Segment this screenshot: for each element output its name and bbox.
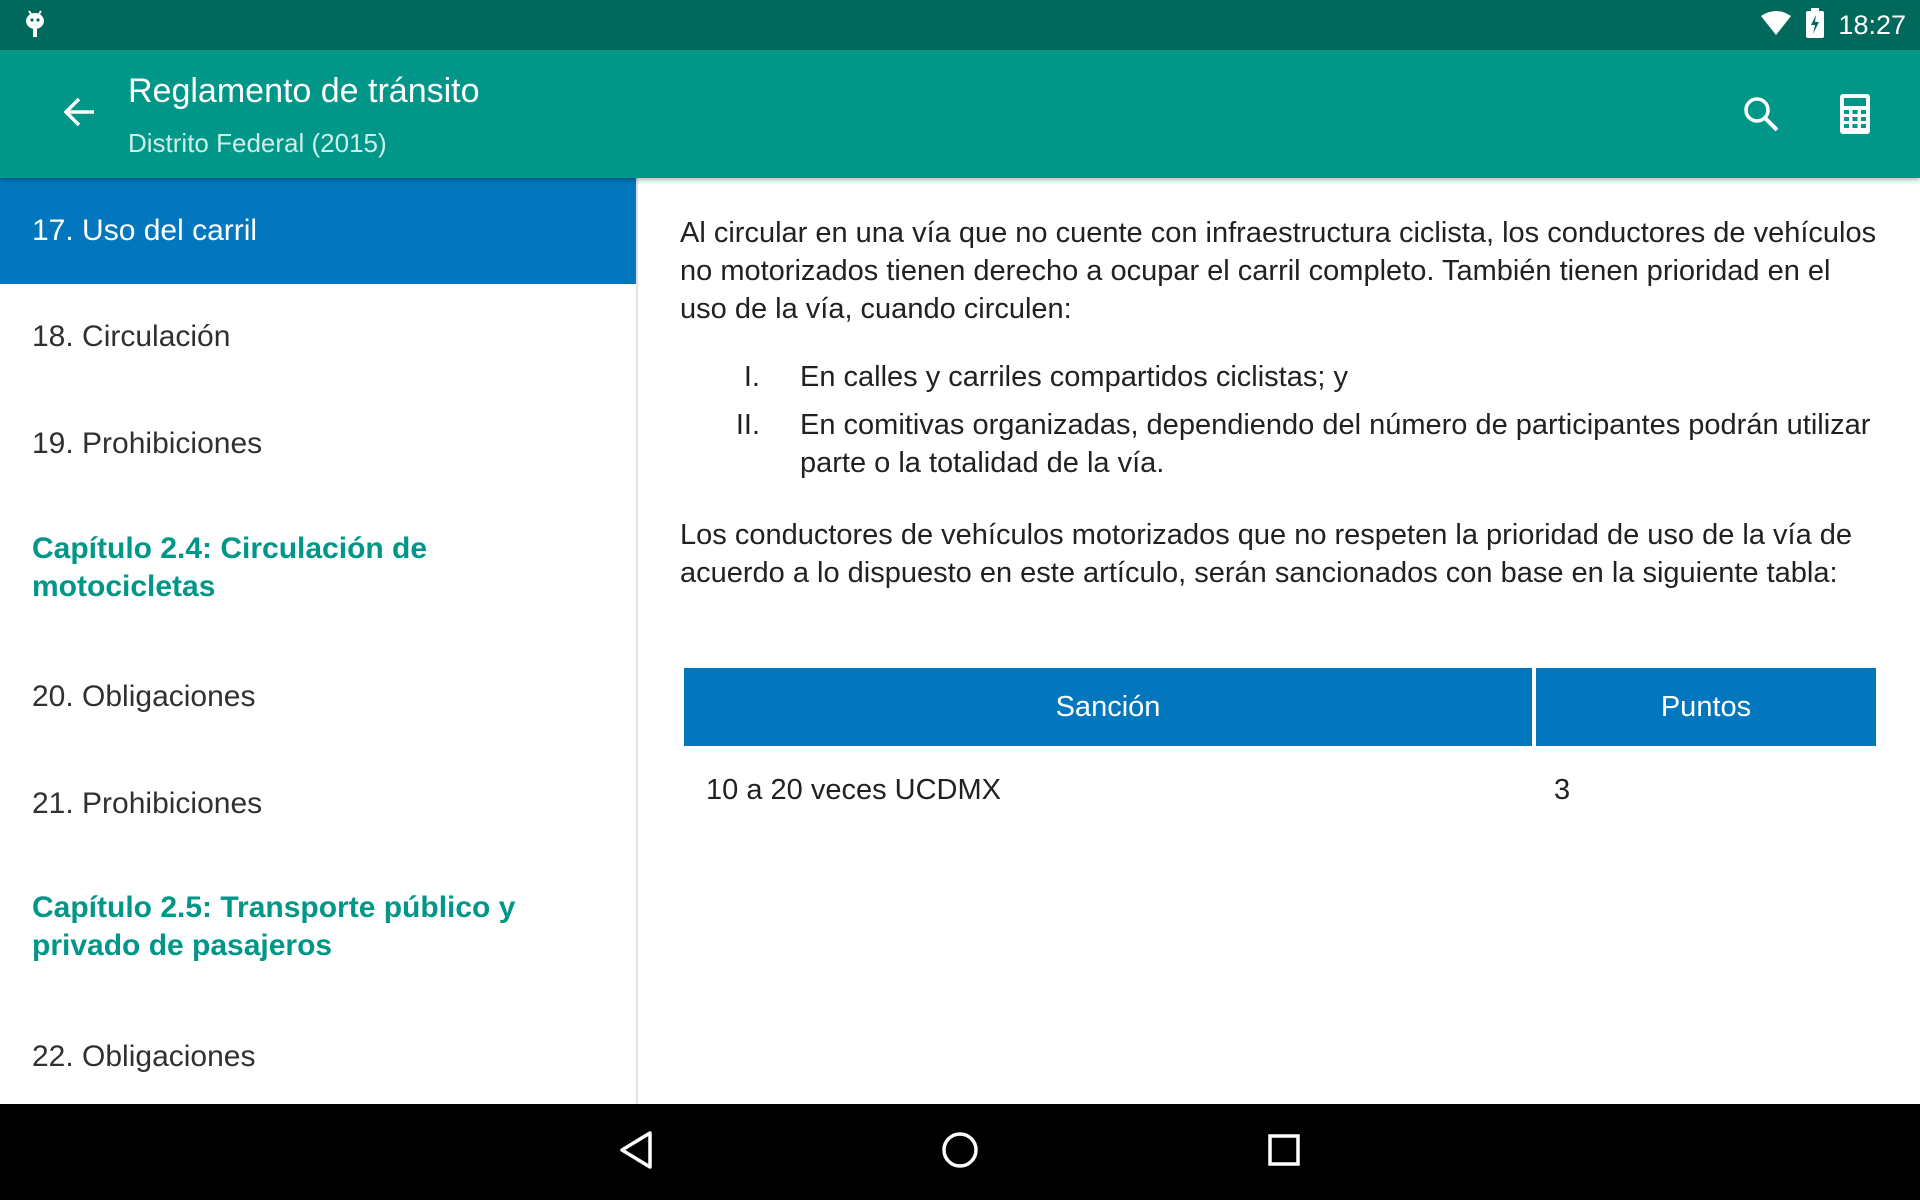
list-number: I. — [743, 361, 760, 393]
calculator-button[interactable] — [1829, 90, 1881, 142]
sidebar-item-21-prohibiciones[interactable]: 21. Prohibiciones — [0, 751, 636, 857]
table-cell-puntos: 3 — [1554, 773, 1571, 806]
table-header-puntos: Puntos — [1536, 668, 1876, 746]
article-intro: Al circular en una vía que no cuente con… — [680, 217, 1877, 325]
sidebar-item-18-circulacion[interactable]: 18. Circulación — [0, 284, 636, 390]
back-triangle-icon — [618, 1130, 654, 1174]
sidebar-item-19-prohibiciones[interactable]: 19. Prohibiciones — [0, 391, 636, 497]
home-circle-icon — [940, 1130, 980, 1174]
status-time: 18:27 — [1838, 9, 1906, 40]
table-header-sancion: Sanción — [684, 668, 1532, 746]
nav-home-button[interactable] — [930, 1122, 990, 1182]
arrow-back-icon — [62, 94, 98, 134]
system-nav-bar — [0, 1104, 1920, 1200]
back-button[interactable] — [56, 90, 104, 138]
sidebar: 17. Uso del carril 18. Circulación 19. P… — [0, 178, 638, 1104]
table-cell-sancion: 10 a 20 veces UCDMX — [706, 773, 1001, 806]
sidebar-item-label: 22. Obligaciones — [32, 1040, 256, 1073]
list-text: En comitivas organizadas, dependiendo de… — [800, 409, 1871, 479]
app-bar: Reglamento de tránsito Distrito Federal … — [0, 50, 1920, 178]
battery-charging-icon — [1806, 8, 1825, 42]
list-text: En calles y carriles compartidos ciclist… — [800, 361, 1348, 393]
sidebar-item-20-obligaciones[interactable]: 20. Obligaciones — [0, 644, 636, 750]
page-subtitle: Distrito Federal (2015) — [128, 128, 387, 158]
sidebar-item-17-uso-del-carril[interactable]: 17. Uso del carril — [0, 178, 636, 284]
sidebar-item-label: 20. Obligaciones — [32, 680, 256, 713]
nav-back-button[interactable] — [606, 1122, 666, 1182]
nav-recents-button[interactable] — [1254, 1122, 1314, 1182]
chapter-heading: Capítulo 2.5: Transporte público y priva… — [32, 891, 516, 962]
search-button[interactable] — [1735, 90, 1787, 142]
list-number: II. — [735, 409, 760, 441]
article-content: Al circular en una vía que no cuente con… — [640, 178, 1920, 1104]
sidebar-item-22-obligaciones[interactable]: 22. Obligaciones — [0, 1004, 636, 1104]
wifi-icon — [1760, 10, 1792, 40]
sidebar-chapter-2-4: Capítulo 2.4: Circulación de motocicleta… — [0, 530, 636, 606]
article-closing: Los conductores de vehículos motorizados… — [680, 519, 1853, 589]
sidebar-item-label: 17. Uso del carril — [32, 214, 258, 247]
sidebar-item-label: 18. Circulación — [32, 320, 231, 353]
search-icon — [1742, 95, 1780, 137]
recents-square-icon — [1266, 1132, 1302, 1172]
sidebar-item-label: 21. Prohibiciones — [32, 787, 263, 820]
calculator-icon — [1840, 94, 1870, 138]
page-title: Reglamento de tránsito — [128, 72, 480, 110]
android-debug-icon — [22, 7, 48, 43]
sidebar-item-label: 19. Prohibiciones — [32, 427, 263, 460]
chapter-heading: Capítulo 2.4: Circulación de motocicleta… — [32, 532, 428, 603]
status-bar: 18:27 — [0, 0, 1920, 50]
sidebar-chapter-2-5: Capítulo 2.5: Transporte público y priva… — [0, 889, 636, 965]
